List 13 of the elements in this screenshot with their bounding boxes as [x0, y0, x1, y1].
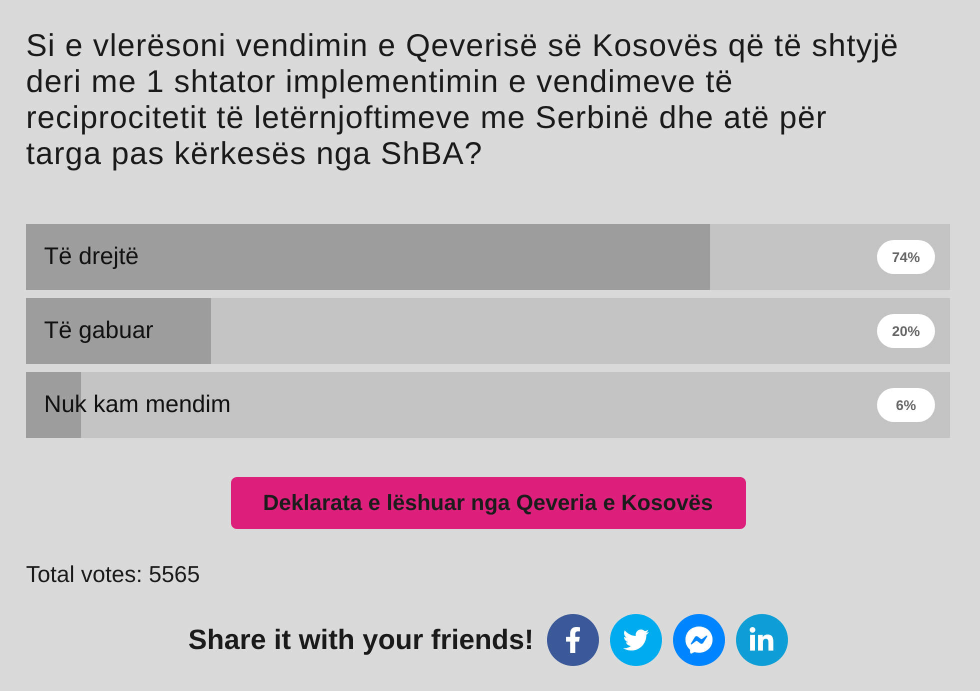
vote-percentage: 74% — [877, 240, 935, 274]
vote-percentage: 6% — [877, 388, 935, 422]
vote-percentage: 20% — [877, 314, 935, 348]
linkedin-icon — [748, 626, 776, 654]
total-votes: Total votes: 5565 — [26, 561, 201, 587]
option-label: Të drejtë — [44, 243, 139, 271]
declaration-button[interactable]: Deklarata e lëshuar nga Qeveria e Kosovës — [230, 477, 746, 529]
share-prompt: Share it with your friends! — [188, 624, 534, 656]
poll-question: Si e vlerësoni vendimin e Qeverisë së Kosovës që të shtyjë deri me 1 shtator implementimin e vendimeve të reciprocitetit të letërnjoftimeve me Serbinë dhe atë për targa pas kërkesës nga ShBA? — [26, 27, 900, 171]
option-label: Të gabuar — [44, 317, 154, 345]
option-label: Nuk kam mendim — [44, 391, 231, 419]
chat-bubble-icon — [684, 626, 713, 654]
bird-icon — [622, 627, 649, 653]
